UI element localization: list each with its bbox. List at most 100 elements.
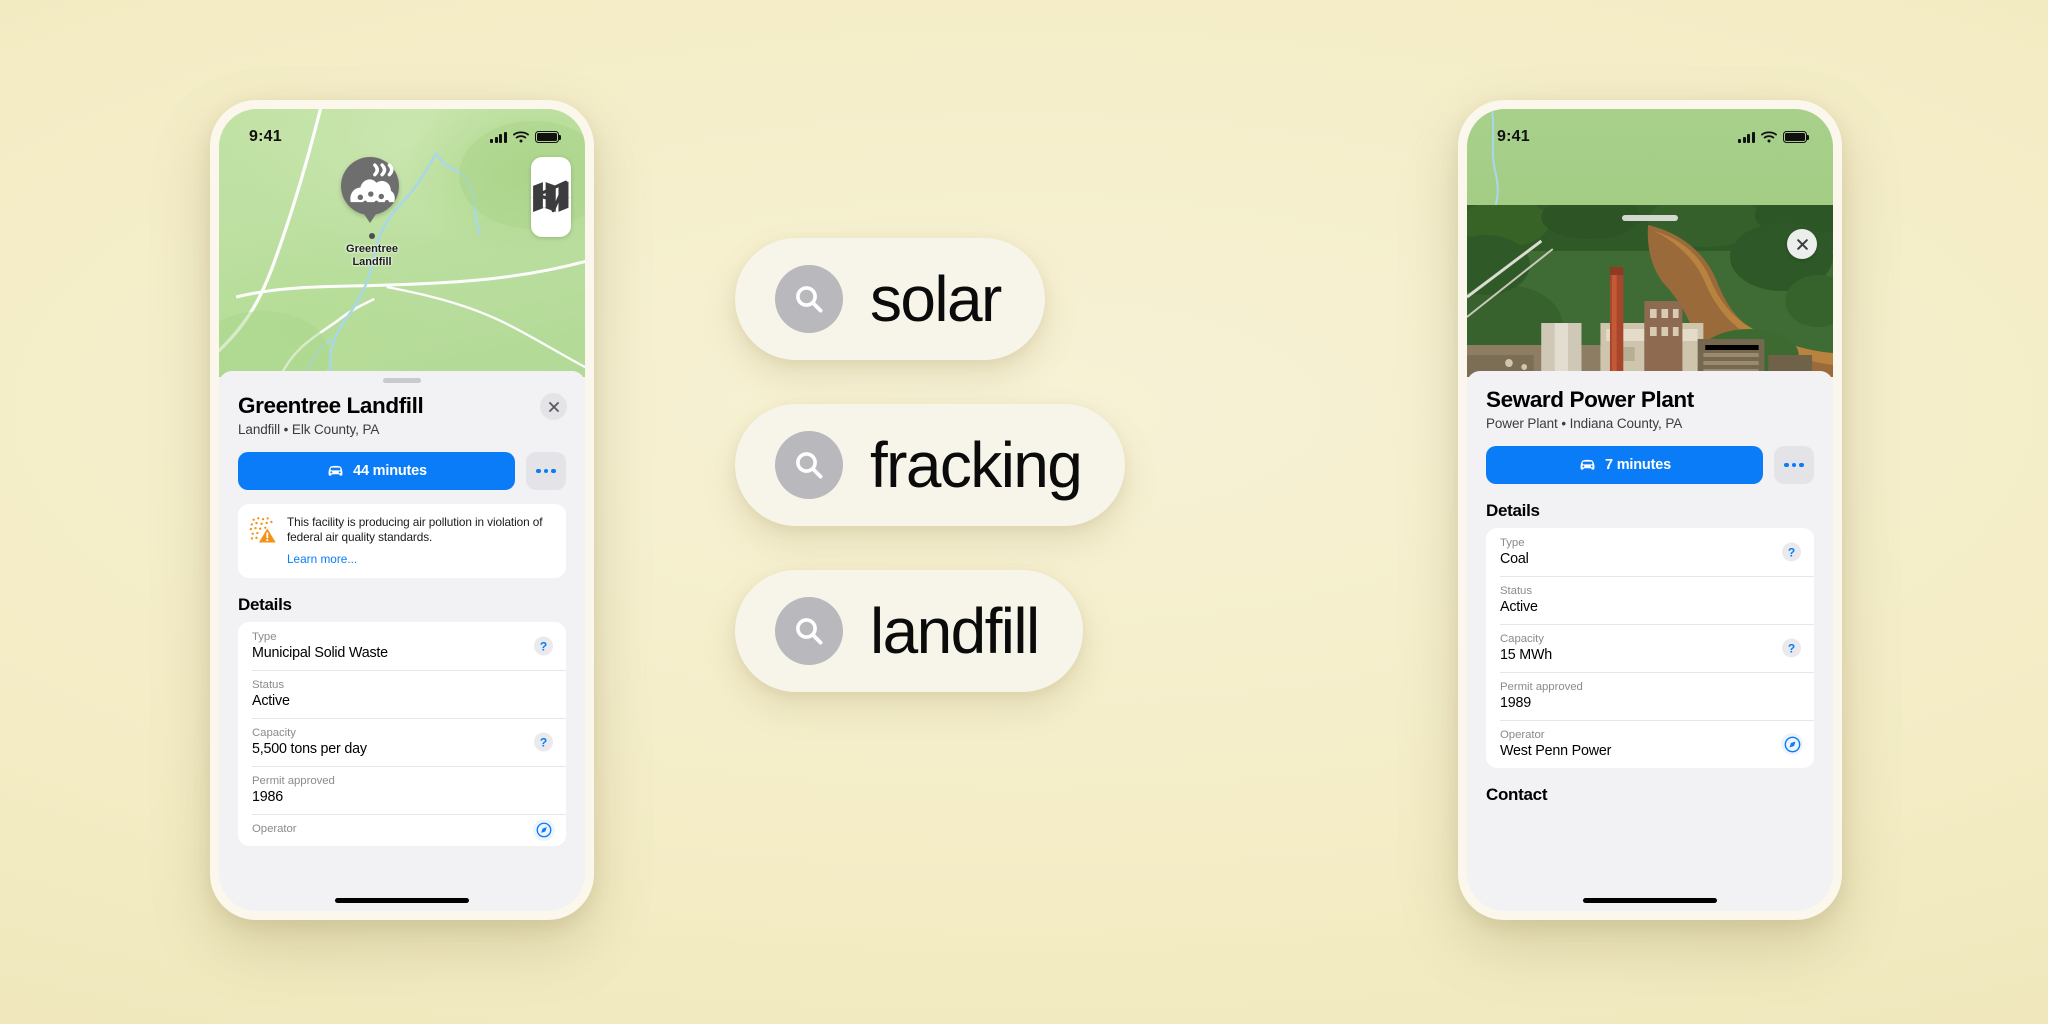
search-pill-landfill[interactable]: landfill [735, 570, 1083, 692]
ellipsis-icon-dot [551, 468, 556, 474]
battery-icon [1783, 131, 1810, 143]
details-card: Type Municipal Solid Waste ? Status Acti… [238, 622, 566, 847]
cellular-signal-icon [490, 131, 507, 143]
ellipsis-icon-dot [536, 468, 541, 474]
detail-label: Type [252, 631, 277, 644]
help-icon[interactable]: ? [1782, 542, 1801, 562]
close-photo-button[interactable] [1787, 229, 1817, 259]
detail-row-type: Type Coal ? [1486, 528, 1814, 576]
contact-heading: Contact [1486, 785, 1548, 804]
map-pin-greentree-landfill[interactable]: Greentree Landfill [341, 157, 403, 268]
photo-content [1467, 205, 1833, 377]
status-bar: 9:41 [219, 109, 585, 153]
magnifier-glyph [796, 286, 823, 313]
detail-row-operator: Operator [238, 814, 566, 846]
directions-button[interactable]: 7 minutes [1486, 446, 1763, 484]
detail-row-permit-approved: Permit approved 1989 [1486, 672, 1814, 720]
detail-label: Capacity [252, 727, 296, 740]
aerial-photo-power-plant[interactable] [1467, 205, 1833, 377]
detail-value: 15 MWh [1500, 647, 1553, 663]
phone-left-screen: Greentree Landfill 9:41 Greentree Landfi… [219, 109, 585, 911]
search-icon [775, 431, 843, 499]
search-pill-label: landfill [870, 595, 1040, 667]
more-options-button[interactable] [526, 452, 566, 490]
map-controls [531, 157, 571, 237]
detail-label: Status [252, 679, 284, 692]
detail-label: Permit approved [252, 775, 335, 788]
map-pin-label: Greentree Landfill [346, 243, 398, 268]
close-icon [548, 401, 559, 412]
detail-value: 1989 [1500, 695, 1532, 711]
ellipsis-icon-dot [1791, 462, 1797, 468]
detail-label: Capacity [1500, 633, 1544, 645]
place-detail-sheet: Seward Power Plant Power Plant • Indiana… [1467, 371, 1833, 911]
air-pollution-warning-icon [249, 517, 276, 543]
detail-value: Coal [1500, 551, 1529, 567]
help-icon[interactable]: ? [534, 732, 553, 752]
home-indicator [335, 898, 469, 903]
search-pill-solar[interactable]: solar [735, 238, 1045, 360]
cellular-signal-icon [1738, 131, 1755, 143]
detail-row-capacity: Capacity 5,500 tons per day ? [238, 718, 566, 766]
status-bar: 9:41 [1467, 109, 1833, 153]
phone-right: 9:41 Seward Power Plant Power Plant • In… [1458, 100, 1842, 920]
page-title: Seward Power Plant [1486, 387, 1694, 412]
search-pill-label: fracking [870, 429, 1083, 501]
search-pill-label: solar [870, 263, 1002, 335]
search-suggestion-pills: solar fracking landfill [735, 0, 1335, 1024]
sheet-grabber[interactable] [1622, 215, 1678, 221]
action-buttons: 7 minutes [1486, 446, 1814, 484]
compass-glyph [1784, 736, 1800, 752]
air-quality-warning-card: This facility is producing air pollution… [238, 504, 566, 579]
home-indicator [1583, 898, 1717, 903]
phone-right-screen: 9:41 Seward Power Plant Power Plant • In… [1467, 109, 1833, 911]
close-sheet-button[interactable] [540, 393, 567, 420]
detail-value: 1986 [252, 789, 284, 806]
landfill-glyph [350, 163, 395, 206]
car-icon [1580, 459, 1595, 470]
details-card: Type Coal ? Status Active Capacity 15 MW… [1486, 528, 1814, 768]
status-bar-indicators [1738, 131, 1810, 143]
wifi-icon [513, 131, 529, 143]
detail-row-permit-approved: Permit approved 1986 [238, 766, 566, 814]
place-subtitle: Landfill • Elk County, PA [238, 422, 380, 437]
search-pill-fracking[interactable]: fracking [735, 404, 1126, 526]
directions-button-label: 44 minutes [353, 463, 427, 479]
help-icon[interactable]: ? [534, 636, 553, 656]
detail-label: Operator [252, 823, 297, 836]
wifi-icon [1761, 131, 1777, 143]
detail-row-capacity: Capacity 15 MWh ? [1486, 624, 1814, 672]
locate-me-button[interactable] [531, 180, 571, 237]
help-icon[interactable]: ? [1782, 638, 1801, 658]
detail-value: 5,500 tons per day [252, 741, 367, 758]
learn-more-link[interactable]: Learn more... [287, 552, 357, 566]
page-title: Greentree Landfill [238, 393, 424, 418]
page-background: Greentree Landfill 9:41 Greentree Landfi… [0, 0, 2048, 1024]
detail-row-status: Status Active [1486, 576, 1814, 624]
compass-icon[interactable] [1781, 733, 1803, 755]
car-icon [328, 465, 343, 476]
phone-left: Greentree Landfill 9:41 Greentree Landfi… [210, 100, 594, 920]
ellipsis-icon-dot [1784, 462, 1789, 468]
ellipsis-icon-dot [543, 468, 549, 474]
location-arrow-icon [535, 180, 568, 213]
directions-button[interactable]: 44 minutes [238, 452, 515, 490]
details-heading: Details [238, 595, 292, 615]
ellipsis-icon-dot [1799, 462, 1804, 468]
detail-label: Operator [1500, 729, 1545, 741]
place-subtitle: Power Plant • Indiana County, PA [1486, 416, 1683, 431]
map-pin-anchor-dot [369, 233, 375, 239]
compass-icon[interactable] [533, 819, 555, 842]
magnifier-glyph [796, 452, 823, 479]
detail-value: Active [252, 693, 290, 710]
detail-row-status: Status Active [238, 670, 566, 718]
compass-glyph [536, 822, 552, 838]
detail-row-operator: Operator West Penn Power [1486, 720, 1814, 768]
detail-value: Municipal Solid Waste [252, 645, 388, 662]
action-buttons: 44 minutes [238, 452, 566, 490]
detail-label: Type [1500, 537, 1525, 549]
more-options-button[interactable] [1774, 446, 1814, 484]
detail-label: Status [1500, 585, 1532, 597]
detail-row-type: Type Municipal Solid Waste ? [238, 622, 566, 670]
detail-value: Active [1500, 599, 1538, 615]
